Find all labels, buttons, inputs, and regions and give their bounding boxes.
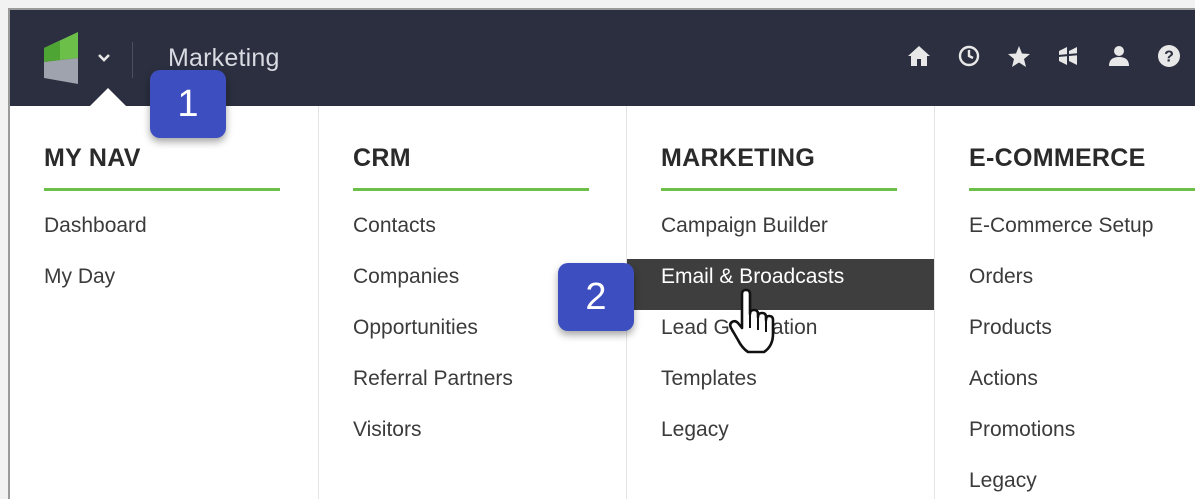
chevron-down-icon[interactable] [96,50,112,66]
history-icon[interactable] [957,44,981,68]
menu-item-legacy[interactable]: Legacy [935,463,1195,499]
menu-item-promotions[interactable]: Promotions [935,412,1195,463]
menu-list: Campaign Builder Email & Broadcasts Lead… [627,208,935,463]
menu-column-my-nav: MY NAV Dashboard My Day [10,106,318,499]
menu-item-e-commerce-setup[interactable]: E-Commerce Setup [935,208,1195,259]
hand-pointer-cursor-icon [728,288,775,354]
header-icon-group: ? [907,44,1181,68]
menu-item-campaign-builder[interactable]: Campaign Builder [627,208,935,259]
menu-item-my-day[interactable]: My Day [10,259,318,310]
menu-item-products[interactable]: Products [935,310,1195,361]
menu-list: Dashboard My Day [10,208,318,310]
heading-underline [969,188,1195,191]
step-callout-1: 1 [150,70,226,138]
user-icon[interactable] [1107,44,1131,68]
heading-underline [44,188,280,191]
menu-item-referral-partners[interactable]: Referral Partners [319,361,627,412]
column-heading: MARKETING [661,144,816,172]
home-icon[interactable] [907,44,931,68]
app-title[interactable]: Marketing [168,44,280,73]
menu-item-templates[interactable]: Templates [627,361,935,412]
menu-item-email-broadcasts[interactable]: Email & Broadcasts [627,259,935,310]
menu-list: Contacts Companies Opportunities Referra… [319,208,627,463]
menu-column-marketing: MARKETING Campaign Builder Email & Broad… [626,106,935,499]
step-callout-2: 2 [558,263,634,331]
heading-underline [661,188,897,191]
modules-icon[interactable] [1057,44,1081,68]
app-window: Marketing ? MY NAV Dashboard My Day CRM … [8,8,1195,499]
heading-underline [353,188,589,191]
column-heading: CRM [353,144,411,172]
menu-pointer-caret [90,88,126,106]
menu-item-actions[interactable]: Actions [935,361,1195,412]
menu-item-contacts[interactable]: Contacts [319,208,627,259]
header-divider [132,42,133,78]
menu-item-dashboard[interactable]: Dashboard [10,208,318,259]
menu-column-e-commerce: E-COMMERCE E-Commerce Setup Orders Produ… [934,106,1195,499]
app-logo-icon[interactable] [40,32,80,84]
column-heading: E-COMMERCE [969,144,1146,172]
svg-text:?: ? [1164,49,1174,66]
menu-list: E-Commerce Setup Orders Products Actions… [935,208,1195,499]
help-icon[interactable]: ? [1157,44,1181,68]
menu-item-visitors[interactable]: Visitors [319,412,627,463]
column-heading: MY NAV [44,144,141,172]
menu-item-orders[interactable]: Orders [935,259,1195,310]
star-icon[interactable] [1007,44,1031,68]
menu-item-lead-generation[interactable]: Lead Generation [627,310,935,361]
menu-item-legacy[interactable]: Legacy [627,412,935,463]
